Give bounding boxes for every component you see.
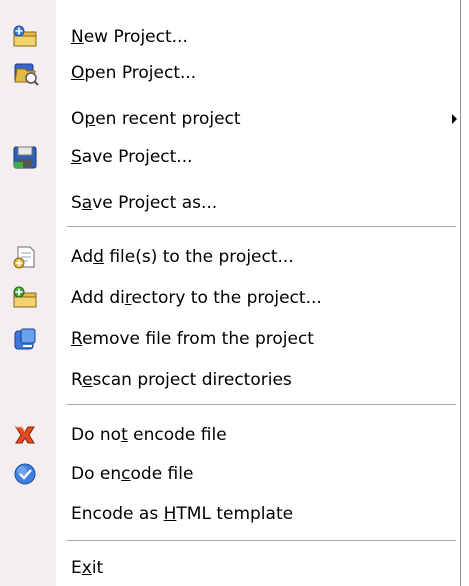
menu-item-encode-as-html-template[interactable]: Encode as HTML template bbox=[0, 496, 460, 532]
menu-item-label: Exit bbox=[71, 558, 104, 578]
do-encode-icon bbox=[11, 461, 39, 487]
menu-separator bbox=[67, 404, 456, 406]
do-not-encode-icon bbox=[11, 422, 39, 448]
menu-item-save-project-as[interactable]: Save Project as... bbox=[0, 185, 460, 221]
menu-item-label: Add directory to the project... bbox=[71, 288, 322, 308]
menu-separator bbox=[67, 540, 456, 542]
menu-item-open-project[interactable]: Open Project... bbox=[0, 55, 460, 91]
menu-item-label: Save Project as... bbox=[71, 193, 218, 213]
menu-item-save-project[interactable]: Save Project... bbox=[0, 139, 460, 175]
menu-item-do-encode-file[interactable]: Do encode file bbox=[0, 456, 460, 492]
project-context-menu: New Project... Open Project... Open rece… bbox=[0, 0, 461, 586]
menu-item-add-files[interactable]: Add file(s) to the project... bbox=[0, 239, 460, 275]
menu-item-label: Do encode file bbox=[71, 464, 194, 484]
menu-item-add-directory[interactable]: Add directory to the project... bbox=[0, 280, 460, 316]
menu-item-label: Remove file from the project bbox=[71, 329, 314, 349]
menu-item-rescan-project-directories[interactable]: Rescan project directories bbox=[0, 362, 460, 398]
new-project-icon bbox=[11, 24, 39, 50]
menu-item-label: New Project... bbox=[71, 27, 188, 47]
menu-item-open-recent-project[interactable]: Open recent project bbox=[0, 101, 460, 137]
menu-item-exit[interactable]: Exit bbox=[0, 550, 460, 586]
add-directory-icon bbox=[11, 285, 39, 311]
save-project-icon bbox=[11, 144, 39, 170]
submenu-arrow-icon bbox=[452, 114, 457, 124]
add-file-icon bbox=[11, 244, 39, 270]
menu-separator bbox=[67, 226, 456, 228]
menu-item-new-project[interactable]: New Project... bbox=[0, 19, 460, 55]
menu-item-do-not-encode-file[interactable]: Do not encode file bbox=[0, 417, 460, 453]
menu-item-remove-file[interactable]: Remove file from the project bbox=[0, 321, 460, 357]
menu-item-label: Open Project... bbox=[71, 63, 197, 83]
menu-item-label: Open recent project bbox=[71, 109, 241, 129]
menu-item-label: Save Project... bbox=[71, 147, 193, 167]
open-project-icon bbox=[11, 60, 39, 86]
menu-item-label: Rescan project directories bbox=[71, 370, 292, 390]
remove-file-icon bbox=[11, 326, 39, 352]
menu-item-label: Do not encode file bbox=[71, 425, 227, 445]
menu-item-label: Add file(s) to the project... bbox=[71, 247, 294, 267]
menu-item-label: Encode as HTML template bbox=[71, 504, 294, 524]
